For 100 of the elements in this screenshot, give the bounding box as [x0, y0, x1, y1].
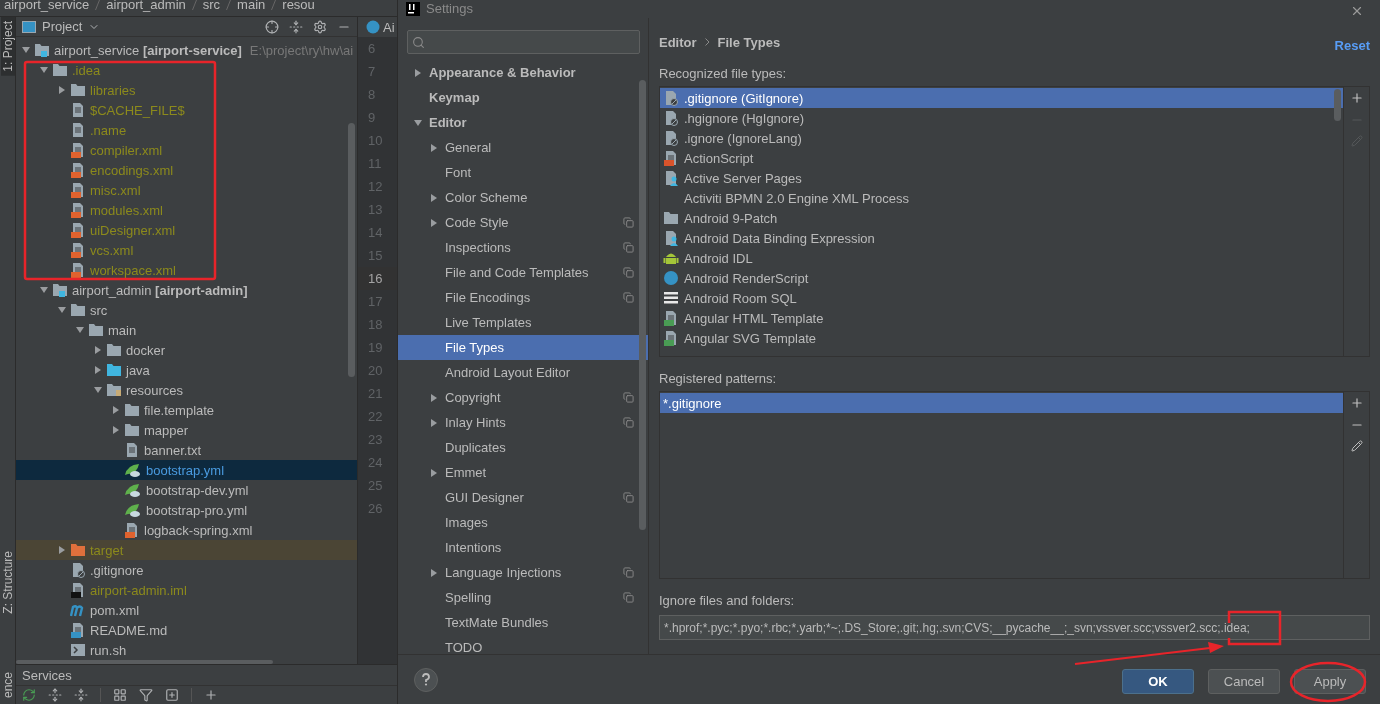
expand-icon[interactable] [48, 688, 62, 702]
tree-row[interactable]: bootstrap-pro.yml [16, 500, 357, 520]
panel-title[interactable]: Project [42, 19, 83, 34]
tree-row[interactable]: encodings.xml [16, 160, 357, 180]
tree-row[interactable]: bootstrap.yml [16, 460, 357, 480]
caret-icon[interactable] [430, 218, 438, 227]
refresh-icon[interactable] [22, 688, 36, 702]
settings-nav-item[interactable]: Language Injections [398, 560, 648, 585]
tree-row[interactable]: mapper [16, 420, 357, 440]
settings-nav-item[interactable]: Inlay Hints [398, 410, 648, 435]
settings-nav-item[interactable]: Keymap [398, 85, 648, 110]
settings-nav-item[interactable]: Copyright [398, 385, 648, 410]
dialog-button[interactable]: OK [1122, 669, 1194, 694]
caret-icon[interactable] [76, 326, 84, 334]
scrollbar[interactable] [1334, 89, 1341, 121]
scrollbar[interactable] [639, 80, 646, 530]
file-type-item[interactable]: Angular HTML Template [660, 308, 1343, 328]
settings-nav-item[interactable]: File and Code Templates [398, 260, 648, 285]
caret-icon[interactable] [430, 393, 438, 402]
settings-nav-item[interactable]: TODO [398, 635, 648, 654]
plus-icon[interactable] [204, 688, 218, 702]
tool-window-tab[interactable]: 1: Project [0, 17, 15, 76]
tree-row[interactable]: .idea [16, 60, 357, 80]
caret-icon[interactable] [40, 286, 48, 294]
tree-row[interactable]: logback-spring.xml [16, 520, 357, 540]
settings-nav-item[interactable]: Images [398, 510, 648, 535]
caret-icon[interactable] [430, 418, 438, 427]
settings-nav-item[interactable]: Code Style [398, 210, 648, 235]
close-button[interactable] [1350, 4, 1364, 18]
settings-nav-item[interactable]: Color Scheme [398, 185, 648, 210]
caret-icon[interactable] [430, 143, 438, 152]
tree-row[interactable]: .name [16, 120, 357, 140]
settings-nav-item[interactable]: Appearance & Behavior [398, 60, 648, 85]
settings-nav-item[interactable]: Emmet [398, 460, 648, 485]
caret-icon[interactable] [112, 426, 120, 434]
tree-row[interactable]: airport_admin [airport-admin] [16, 280, 357, 300]
settings-nav-item[interactable]: Spelling [398, 585, 648, 610]
search-field[interactable] [407, 30, 640, 54]
caret-icon[interactable] [22, 46, 30, 54]
file-type-item[interactable]: Android Data Binding Expression [660, 228, 1343, 248]
caret-icon[interactable] [58, 306, 66, 314]
settings-nav-item[interactable]: File Types [398, 335, 648, 360]
breadcrumb-item[interactable]: main [237, 0, 266, 12]
caret-icon[interactable] [112, 406, 120, 414]
tree-row[interactable]: modules.xml [16, 200, 357, 220]
settings-nav-item[interactable]: Inspections [398, 235, 648, 260]
tree-row[interactable]: docker [16, 340, 357, 360]
file-type-item[interactable]: .ignore (IgnoreLang) [660, 128, 1343, 148]
dialog-button[interactable]: Apply [1294, 669, 1366, 694]
help-button[interactable] [414, 667, 438, 692]
settings-nav-item[interactable]: Duplicates [398, 435, 648, 460]
caret-icon[interactable] [94, 346, 102, 354]
tree-row[interactable]: compiler.xml [16, 140, 357, 160]
tree-row[interactable]: banner.txt [16, 440, 357, 460]
caret-icon[interactable] [430, 193, 438, 202]
settings-nav-item[interactable]: TextMate Bundles [398, 610, 648, 635]
settings-nav-item[interactable]: Font [398, 160, 648, 185]
settings-nav-item[interactable]: Editor [398, 110, 648, 135]
tree-row[interactable]: airport_service [airport-service] E:\project\ry\hw\ai [16, 40, 357, 60]
filter-icon[interactable] [139, 688, 153, 702]
dialog-button[interactable]: Cancel [1208, 669, 1280, 694]
pattern-item[interactable]: *.gitignore [660, 393, 1343, 413]
crosshair-icon[interactable] [265, 19, 279, 34]
ignore-field[interactable]: *.hprof;*.pyc;*.pyo;*.rbc;*.yarb;*~;.DS_Store;.git;.hg;.svn;CVS;__pycache__;_svn;vssver.scc;vssver2.scc;.idea; [659, 615, 1370, 640]
add-button[interactable] [1349, 396, 1364, 410]
caret-icon[interactable] [414, 68, 422, 77]
settings-nav-item[interactable]: File Encodings [398, 285, 648, 310]
collapse-icon[interactable] [289, 19, 303, 34]
settings-nav-item[interactable]: Android Layout Editor [398, 360, 648, 385]
caret-icon[interactable] [94, 366, 102, 374]
caret-icon[interactable] [430, 468, 438, 477]
tree-row[interactable]: .gitignore [16, 560, 357, 580]
collapse-icon[interactable] [74, 688, 88, 702]
tree-row[interactable]: main [16, 320, 357, 340]
file-type-item[interactable]: Android Room SQL [660, 288, 1343, 308]
tree-row[interactable]: libraries [16, 80, 357, 100]
settings-nav-item[interactable]: Live Templates [398, 310, 648, 335]
file-type-item[interactable]: ActionScript [660, 148, 1343, 168]
settings-icon[interactable] [313, 19, 327, 34]
tree-row[interactable]: README.md [16, 620, 357, 640]
file-type-item[interactable]: Android IDL [660, 248, 1343, 268]
file-type-item[interactable]: .hgignore (HgIgnore) [660, 108, 1343, 128]
edit-button[interactable] [1350, 440, 1363, 452]
caret-icon[interactable] [430, 568, 438, 577]
scrollbar[interactable] [348, 123, 355, 377]
caret-icon[interactable] [414, 118, 422, 127]
file-type-item[interactable]: Angular SVG Template [660, 328, 1343, 348]
tree-row[interactable]: run.sh [16, 640, 357, 660]
file-type-item[interactable]: Android RenderScript [660, 268, 1343, 288]
tree-row[interactable]: misc.xml [16, 180, 357, 200]
caret-icon[interactable] [58, 86, 66, 94]
tree-row[interactable]: vcs.xml [16, 240, 357, 260]
settings-nav-item[interactable]: GUI Designer [398, 485, 648, 510]
caret-icon[interactable] [40, 66, 48, 74]
breadcrumb-item[interactable]: src [202, 0, 221, 12]
tree-row[interactable]: pom.xml [16, 600, 357, 620]
grid-icon[interactable] [113, 688, 127, 702]
tree-row[interactable]: uiDesigner.xml [16, 220, 357, 240]
tree-row[interactable]: src [16, 300, 357, 320]
tree-row[interactable]: bootstrap-dev.yml [16, 480, 357, 500]
